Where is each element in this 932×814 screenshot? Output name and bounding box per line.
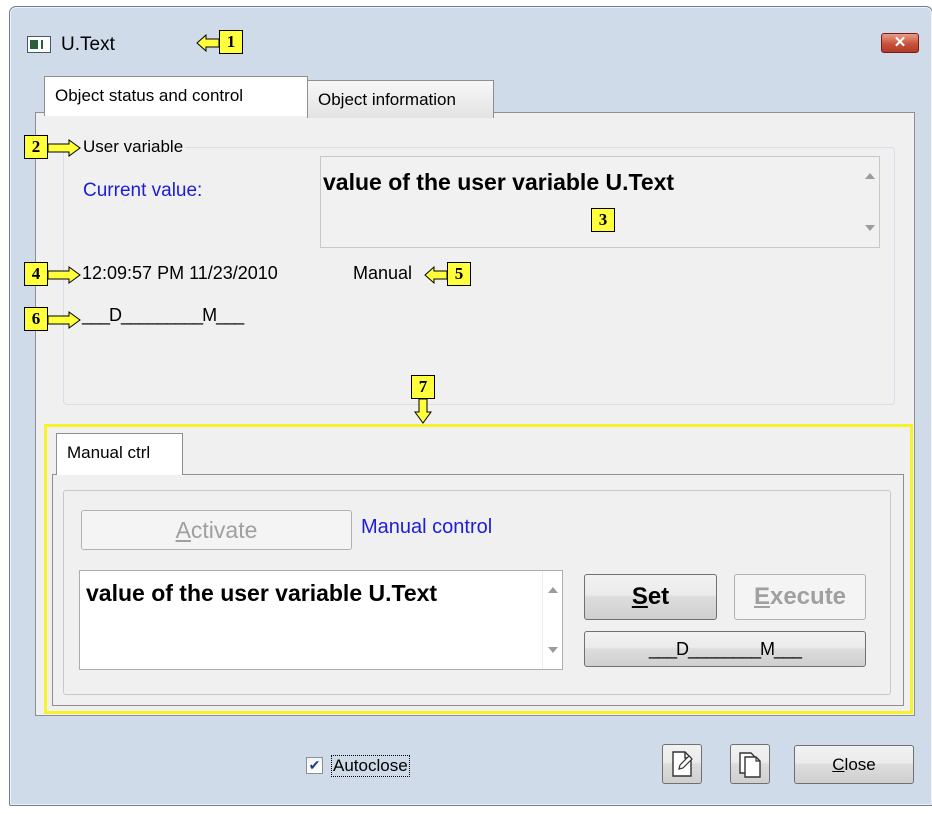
scroll-down-icon[interactable] (865, 225, 875, 231)
scroll-up-icon[interactable] (548, 587, 558, 593)
flags-button-label: ___D________M___ (648, 639, 802, 659)
manual-value-scrollbar[interactable] (542, 571, 562, 669)
callout-1: 1 (219, 30, 243, 54)
tab-manual-ctrl[interactable]: Manual ctrl (56, 433, 183, 475)
current-value-text: value of the user variable U.Text (323, 169, 675, 195)
current-value-scrollbar[interactable] (860, 157, 879, 247)
app-icon (27, 36, 51, 53)
tab-object-information-label: Object information (318, 90, 456, 109)
window-title: U.Text (61, 34, 115, 55)
status-flags: ___D_________M___ (82, 305, 244, 325)
paste-icon (739, 752, 761, 778)
callout-3: 3 (591, 208, 615, 232)
user-variable-group-label: User variable (81, 137, 186, 157)
set-rest: et (647, 583, 670, 610)
copy-button[interactable] (662, 744, 702, 784)
execute-rest: xecute (769, 583, 847, 610)
set-underline: S (631, 583, 648, 610)
tab-object-information[interactable]: Object information (307, 80, 494, 118)
scroll-up-icon[interactable] (865, 173, 875, 179)
callout-4: 4 (24, 262, 48, 286)
callout-6: 6 (24, 307, 48, 331)
callout-arrow-1 (196, 34, 220, 52)
timestamp: 12:09:57 PM 11/23/2010 (82, 263, 278, 283)
scroll-down-icon[interactable] (548, 647, 558, 653)
close-icon: ✕ (893, 34, 907, 51)
manual-control-label: Manual control (361, 516, 493, 538)
execute-underline: E (753, 583, 770, 610)
callout-2: 2 (24, 135, 48, 159)
checkmark-icon: ✔ (308, 757, 321, 773)
mode-label: Manual (353, 263, 413, 283)
manual-value-input[interactable]: value of the user variable U.Text (79, 570, 563, 670)
activate-button[interactable]: Activate (81, 510, 352, 550)
callout-arrow-7 (414, 398, 432, 424)
activate-underline: A (175, 517, 191, 543)
callout-5: 5 (447, 262, 471, 286)
current-value-box: value of the user variable U.Text (320, 156, 880, 248)
paste-button[interactable] (730, 744, 770, 784)
set-button[interactable]: Set (584, 574, 717, 620)
window-close-button[interactable]: ✕ (881, 33, 919, 53)
execute-button[interactable]: Execute (734, 574, 866, 620)
flags-button[interactable]: ___D________M___ (584, 631, 866, 667)
callout-7: 7 (411, 375, 435, 399)
manual-value-text: value of the user variable U.Text (86, 580, 438, 606)
close-button[interactable]: Close (794, 745, 914, 784)
tab-object-status-label: Object status and control (55, 86, 244, 105)
callout-arrow-6 (47, 311, 81, 329)
close-rest: lose (844, 755, 876, 774)
activate-rest: ctivate (190, 517, 258, 543)
current-value-label: Current value: (83, 180, 203, 201)
callout-arrow-5 (424, 266, 448, 284)
tab-object-status[interactable]: Object status and control (44, 76, 308, 116)
callout-arrow-2 (47, 139, 81, 157)
autoclose-label[interactable]: Autoclose (331, 755, 410, 777)
close-underline: C (832, 755, 845, 774)
autoclose-checkbox[interactable]: ✔ (306, 757, 323, 774)
copy-icon (672, 751, 693, 777)
callout-arrow-4 (47, 266, 81, 284)
tab-manual-ctrl-label: Manual ctrl (67, 443, 151, 462)
